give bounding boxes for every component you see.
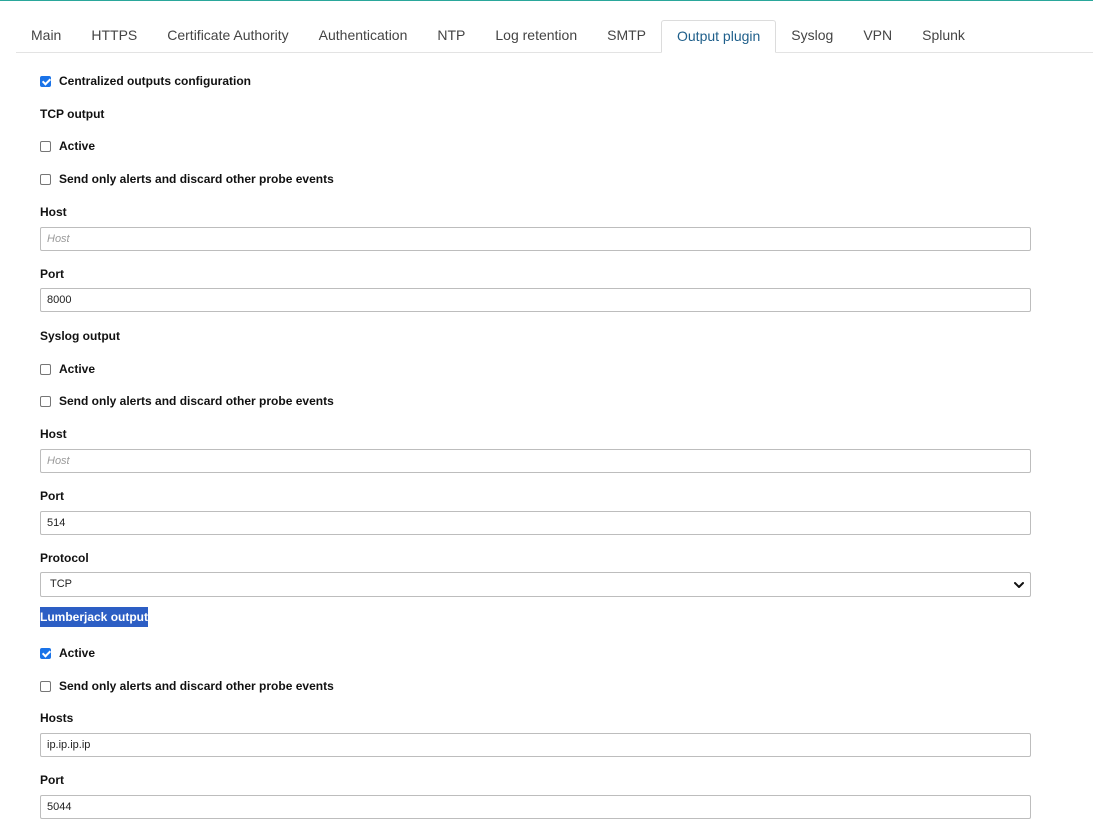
syslog-protocol-select[interactable]: TCP <box>40 572 1031 597</box>
centralized-outputs-checkbox[interactable] <box>40 75 51 87</box>
tcp-active-checkbox[interactable] <box>40 140 51 152</box>
syslog-active-row: Active <box>40 362 95 376</box>
syslog-alerts-only-checkbox[interactable] <box>40 395 51 407</box>
tcp-output-heading: TCP output <box>40 107 105 121</box>
lumberjack-active-row: Active <box>40 646 95 660</box>
syslog-port-input[interactable] <box>40 511 1031 535</box>
lumberjack-output-heading: Lumberjack output <box>40 607 149 627</box>
tcp-alerts-only-row: Send only alerts and discard other probe… <box>40 172 334 186</box>
lumberjack-hosts-label: Hosts <box>40 711 74 725</box>
lumberjack-active-label: Active <box>59 646 96 660</box>
syslog-host-label: Host <box>40 427 67 441</box>
lumberjack-alerts-only-row: Send only alerts and discard other probe… <box>40 679 334 693</box>
syslog-host-input[interactable] <box>40 449 1031 473</box>
centralized-outputs-row: Centralized outputs configuration <box>40 74 251 88</box>
tcp-active-label: Active <box>59 139 96 153</box>
syslog-port-label: Port <box>40 489 64 503</box>
output-plugin-form: Centralized outputs configuration TCP ou… <box>40 0 1031 819</box>
lumberjack-active-checkbox[interactable] <box>40 647 51 659</box>
tcp-host-input[interactable] <box>40 227 1031 251</box>
centralized-outputs-label: Centralized outputs configuration <box>59 74 251 88</box>
chevron-down-icon <box>1014 582 1024 588</box>
syslog-active-label: Active <box>59 362 96 376</box>
tcp-port-label: Port <box>40 267 64 281</box>
tcp-active-row: Active <box>40 139 95 153</box>
syslog-active-checkbox[interactable] <box>40 363 51 375</box>
lumberjack-output-heading-text: Lumberjack output <box>40 607 149 627</box>
syslog-alerts-only-row: Send only alerts and discard other probe… <box>40 394 334 408</box>
tcp-port-input[interactable] <box>40 288 1031 312</box>
lumberjack-hosts-input[interactable] <box>40 733 1031 757</box>
lumberjack-alerts-only-label: Send only alerts and discard other probe… <box>59 679 334 693</box>
syslog-protocol-label: Protocol <box>40 551 89 565</box>
tcp-alerts-only-checkbox[interactable] <box>40 173 51 185</box>
syslog-alerts-only-label: Send only alerts and discard other probe… <box>59 394 334 408</box>
tcp-alerts-only-label: Send only alerts and discard other probe… <box>59 172 334 186</box>
lumberjack-port-label: Port <box>40 773 64 787</box>
lumberjack-port-input[interactable] <box>40 795 1031 819</box>
syslog-output-heading: Syslog output <box>40 329 120 343</box>
lumberjack-alerts-only-checkbox[interactable] <box>40 680 51 692</box>
tcp-host-label: Host <box>40 205 67 219</box>
syslog-protocol-value: TCP <box>50 578 72 590</box>
